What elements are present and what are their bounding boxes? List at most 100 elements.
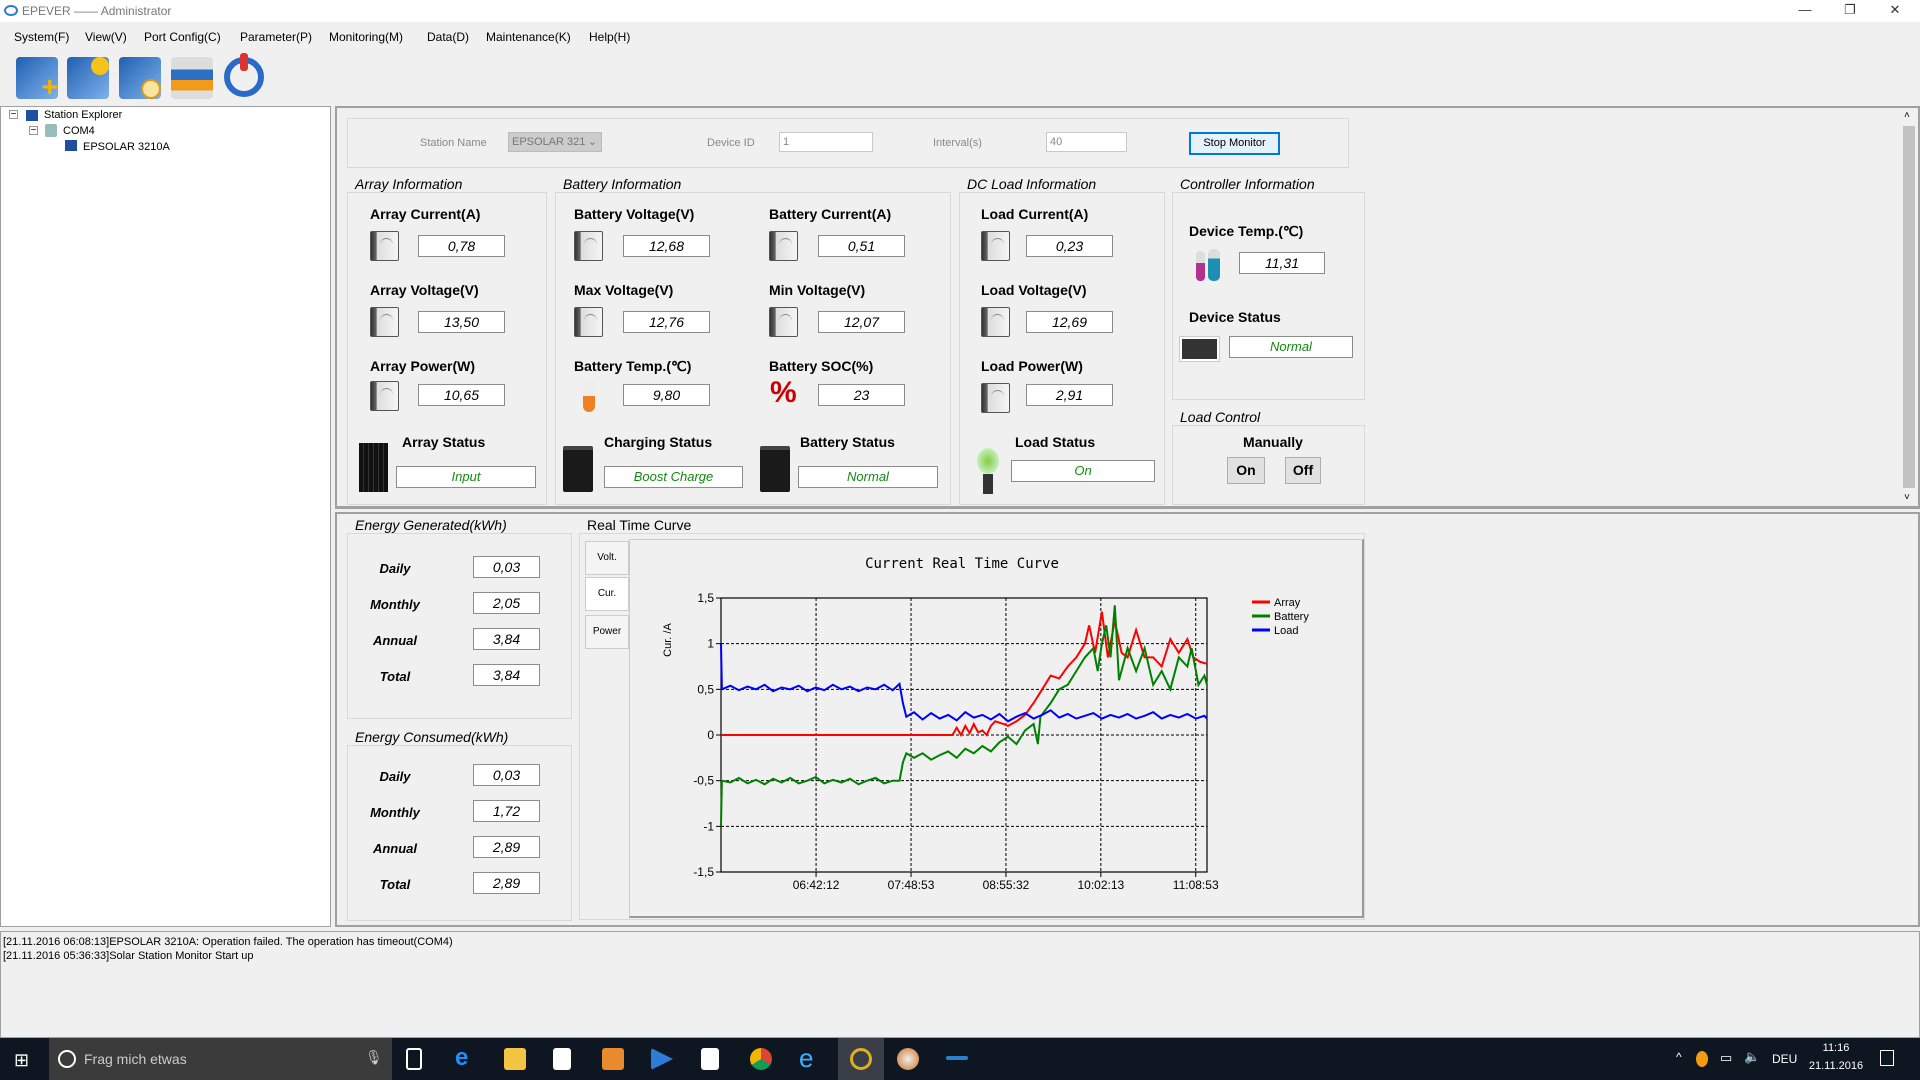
x-tick-label: 07:48:53 bbox=[888, 878, 935, 892]
current-chart: Current Real Time Curve Cur. /A 1,5 1 0,5 0 -0… bbox=[629, 539, 1364, 918]
windows-start-icon[interactable]: ⊞ bbox=[14, 1050, 29, 1071]
collapse-icon[interactable]: − bbox=[9, 110, 18, 120]
battery-temp-value: 9,80 bbox=[623, 384, 710, 406]
start-monitor-button[interactable] bbox=[67, 57, 109, 99]
menu-system[interactable]: System(F) bbox=[14, 30, 69, 44]
file-explorer-icon[interactable] bbox=[504, 1048, 526, 1070]
energy-generated-daily-label: Daily bbox=[379, 561, 411, 576]
battery-soc-label: Battery SOC(%) bbox=[769, 358, 874, 374]
tab-current[interactable]: Cur. bbox=[585, 577, 629, 611]
menu-parameter[interactable]: Parameter(P) bbox=[240, 30, 312, 44]
energy-consumed-total-label: Total bbox=[379, 877, 411, 892]
energy-generated-title: Energy Generated(kWh) bbox=[353, 517, 509, 533]
energy-consumed-annual-label: Annual bbox=[372, 841, 418, 856]
load-off-button[interactable]: Off bbox=[1285, 457, 1321, 484]
plus-icon: + bbox=[41, 71, 58, 102]
array-voltage-value: 13,50 bbox=[418, 311, 505, 333]
interval-input[interactable]: 40 bbox=[1046, 132, 1127, 152]
search-box[interactable]: Frag mich etwas 🎙 bbox=[49, 1038, 392, 1080]
energy-consumed-daily-label: Daily bbox=[379, 769, 411, 784]
station-name-select[interactable]: EPSOLAR 321 ⌄ bbox=[508, 132, 602, 152]
power-icon bbox=[240, 53, 248, 71]
collapse-icon[interactable]: − bbox=[29, 126, 38, 136]
x-tick-label: 11:08:53 bbox=[1173, 878, 1219, 892]
store-icon[interactable] bbox=[553, 1048, 571, 1070]
tab-power[interactable]: Power bbox=[585, 615, 629, 649]
menu-maintenance[interactable]: Maintenance(K) bbox=[486, 30, 571, 44]
log-entry: [21.11.2016 05:36:33]Solar Station Monit… bbox=[3, 950, 254, 962]
energy-generated-monthly-label: Monthly bbox=[370, 597, 420, 612]
energy-consumed-monthly-value: 1,72 bbox=[473, 800, 540, 822]
calculator-app-icon[interactable] bbox=[701, 1048, 719, 1070]
network-icon[interactable]: ▭ bbox=[1720, 1050, 1732, 1066]
energy-consumed-total-value: 2,89 bbox=[473, 872, 540, 894]
battery-status-value: Normal bbox=[798, 466, 938, 488]
taskbar: ⊞ Frag mich etwas 🎙 e e ^ ▭ 🔈 DEU 11:16 … bbox=[0, 1038, 1920, 1080]
chrome-icon[interactable] bbox=[750, 1048, 772, 1070]
internet-explorer-icon[interactable]: e bbox=[799, 1045, 821, 1071]
microphone-icon[interactable]: 🎙 bbox=[365, 1049, 383, 1066]
power-exit-button[interactable] bbox=[224, 53, 264, 97]
epever-app-icon[interactable] bbox=[838, 1038, 884, 1080]
charging-status-value: Boost Charge bbox=[604, 466, 743, 488]
log-panel: [21.11.2016 06:08:13]EPSOLAR 3210A: Oper… bbox=[0, 931, 1920, 1038]
stop-monitor-button[interactable]: Stop Monitor bbox=[1189, 132, 1280, 155]
tray-expand-icon[interactable]: ^ bbox=[1676, 1050, 1682, 1064]
battery-soc-value: 23 bbox=[818, 384, 905, 406]
media-player-icon[interactable] bbox=[602, 1048, 624, 1070]
current-chart-svg: Current Real Time Curve Cur. /A 1,5 1 0,5 0 -0… bbox=[662, 556, 1309, 892]
battery-voltage-value: 12,68 bbox=[623, 235, 710, 257]
array-current-label: Array Current(A) bbox=[370, 206, 481, 222]
clock-date[interactable]: 21.11.2016 bbox=[1805, 1060, 1867, 1072]
device-status-label: Device Status bbox=[1189, 309, 1281, 325]
language-indicator[interactable]: DEU bbox=[1772, 1052, 1797, 1066]
tray-app-icon[interactable] bbox=[1696, 1051, 1708, 1067]
tree-item-device[interactable]: EPSOLAR 3210A bbox=[83, 141, 170, 153]
device-id-input[interactable]: 1 bbox=[779, 132, 873, 152]
menu-monitoring[interactable]: Monitoring(M) bbox=[329, 30, 403, 44]
history-button[interactable] bbox=[119, 57, 161, 99]
minimize-button[interactable]: — bbox=[1790, 2, 1820, 17]
station-name-label: Station Name bbox=[420, 137, 487, 149]
load-current-value: 0,23 bbox=[1026, 235, 1113, 257]
scroll-up-icon[interactable]: ˄ bbox=[1904, 110, 1910, 121]
load-on-button[interactable]: On bbox=[1227, 457, 1265, 484]
energy-generated-annual-value: 3,84 bbox=[473, 628, 540, 650]
task-view-icon[interactable] bbox=[406, 1048, 422, 1070]
manual-mode-label: Manually bbox=[1243, 434, 1303, 450]
menu-port-config[interactable]: Port Config(C) bbox=[144, 30, 221, 44]
vertical-scrollbar[interactable]: ˄ ˅ bbox=[1900, 108, 1918, 506]
scroll-down-icon[interactable]: ˅ bbox=[1904, 492, 1910, 503]
scrollbar-thumb[interactable] bbox=[1903, 126, 1915, 488]
load-voltage-label: Load Voltage(V) bbox=[981, 282, 1087, 298]
menu-data[interactable]: Data(D) bbox=[427, 30, 469, 44]
controller-device-icon bbox=[1179, 336, 1220, 362]
app-icon[interactable] bbox=[946, 1056, 968, 1060]
add-station-button[interactable]: + bbox=[16, 57, 58, 102]
array-status-label: Array Status bbox=[402, 434, 486, 450]
clock-time[interactable]: 11:16 bbox=[1820, 1042, 1852, 1054]
media-app-icon[interactable] bbox=[651, 1048, 673, 1070]
print-button[interactable] bbox=[171, 57, 213, 99]
clock-icon bbox=[141, 79, 161, 99]
voltmeter-icon bbox=[574, 307, 603, 337]
close-button[interactable]: ✕ bbox=[1880, 2, 1910, 18]
tab-voltage[interactable]: Volt. bbox=[585, 541, 629, 575]
menu-view[interactable]: View(V) bbox=[85, 30, 127, 44]
tree-item-com4[interactable]: COM4 bbox=[63, 125, 95, 137]
volume-icon[interactable]: 🔈 bbox=[1744, 1049, 1760, 1065]
tree-item-station-explorer[interactable]: Station Explorer bbox=[44, 109, 122, 121]
restore-button[interactable]: ❐ bbox=[1835, 2, 1865, 18]
cortana-icon bbox=[58, 1050, 76, 1068]
voltmeter-icon bbox=[981, 307, 1010, 337]
edge-icon[interactable]: e bbox=[455, 1046, 477, 1070]
action-center-icon[interactable] bbox=[1880, 1050, 1894, 1066]
menu-help[interactable]: Help(H) bbox=[589, 30, 630, 44]
window-title: EPEVER —— Administrator bbox=[22, 4, 172, 18]
station-explorer-tree: − Station Explorer − COM4 EPSOLAR 3210A bbox=[0, 106, 331, 927]
media-disc-icon[interactable] bbox=[897, 1048, 919, 1070]
energy-consumed-daily-value: 0,03 bbox=[473, 764, 540, 786]
battery-icon bbox=[760, 446, 790, 492]
device-temp-label: Device Temp.(℃) bbox=[1189, 223, 1304, 239]
ammeter-icon bbox=[370, 231, 399, 261]
